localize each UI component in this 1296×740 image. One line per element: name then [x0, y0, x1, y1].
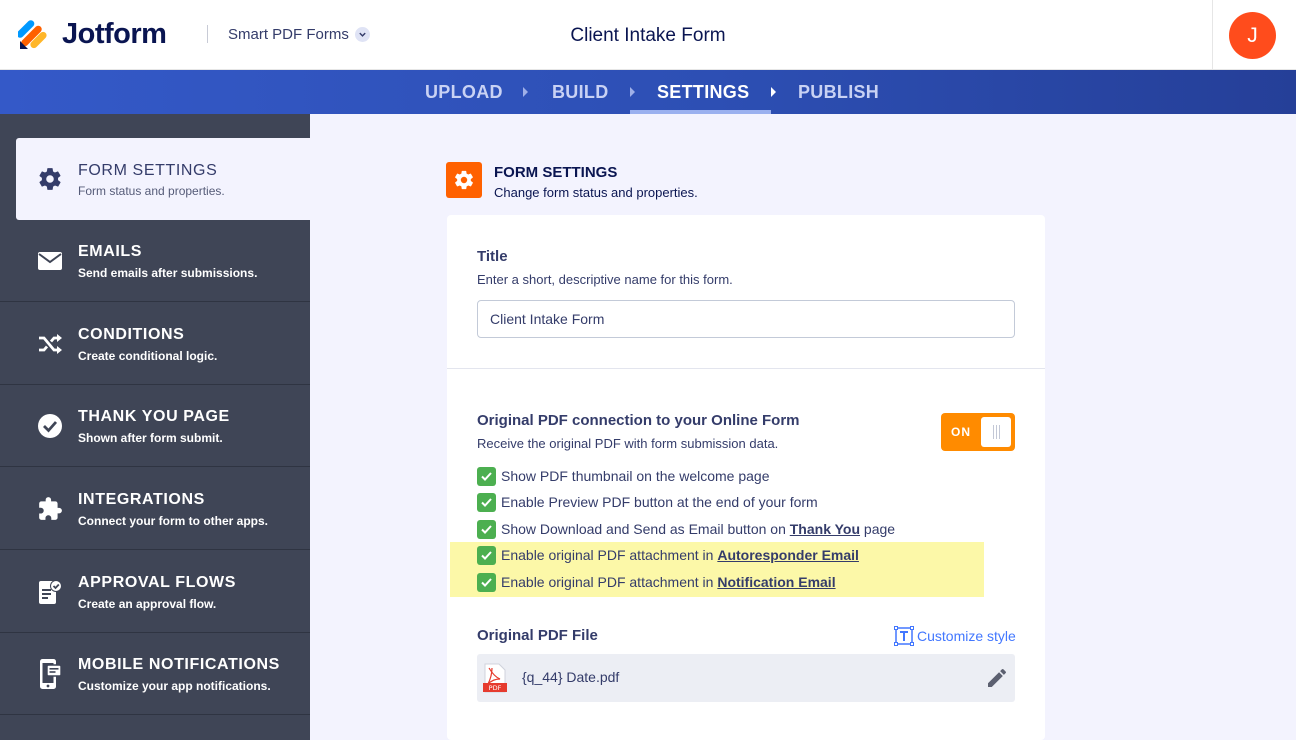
title-label: Title [477, 248, 508, 265]
customize-style-label: Customize style [917, 628, 1016, 644]
sidebar-item-subtitle: Create an approval flow. [78, 597, 217, 611]
sidebar-item-mobile-notifications[interactable]: MOBILE NOTIFICATIONS Customize your app … [0, 633, 310, 715]
sidebar-item-title: FORM SETTINGS [78, 162, 218, 179]
sidebar-item-subtitle: Connect your form to other apps. [78, 514, 269, 528]
chevron-down-icon [354, 27, 370, 42]
checkbox-label: Show Download and Send as Email button o… [501, 521, 896, 537]
title-input[interactable] [477, 300, 1015, 338]
sidebar-item-subtitle: Shown after form submit. [78, 431, 223, 445]
form-title: Client Intake Form [570, 25, 726, 46]
checkbox-notification-attachment[interactable]: Enable original PDF attachment in Notifi… [477, 572, 836, 592]
checkbox-download-send-button[interactable]: Show Download and Send as Email button o… [477, 519, 895, 539]
checkmark-icon [477, 519, 496, 539]
toggle-label: ON [951, 425, 971, 439]
toggle-knob [981, 417, 1011, 447]
active-tab-indicator [630, 110, 771, 114]
checkbox-label: Show PDF thumbnail on the welcome page [501, 468, 770, 484]
gear-icon [446, 162, 482, 198]
pdf-file-name: {q_44} Date.pdf [522, 669, 620, 685]
sidebar-item-subtitle: Create conditional logic. [78, 349, 218, 363]
sidebar-item-title: APPROVAL FLOWS [78, 574, 237, 591]
sidebar-item-conditions[interactable]: CONDITIONS Create conditional logic. [0, 303, 310, 385]
pdf-file-row: PDF {q_44} Date.pdf [477, 654, 1015, 702]
divider [447, 368, 1045, 369]
sidebar-item-subtitle: Send emails after submissions. [78, 266, 258, 280]
envelope-icon [36, 247, 64, 275]
tab-publish[interactable]: PUBLISH [798, 70, 879, 114]
title-description: Enter a short, descriptive name for this… [477, 272, 733, 287]
chevron-right-icon [771, 87, 776, 97]
pdf-connection-label: Original PDF connection to your Online F… [477, 412, 800, 429]
product-switcher[interactable]: Smart PDF Forms [228, 26, 370, 43]
pdf-connection-toggle[interactable]: ON [941, 413, 1015, 451]
gear-icon [36, 165, 64, 193]
checkbox-preview-button[interactable]: Enable Preview PDF button at the end of … [477, 492, 818, 512]
checkmark-icon [477, 466, 496, 486]
checkbox-label: Enable original PDF attachment in Autore… [501, 547, 859, 563]
autoresponder-email-link[interactable]: Autoresponder Email [717, 547, 859, 563]
jotform-logo-icon [18, 19, 47, 49]
sidebar-item-approval-flows[interactable]: APPROVAL FLOWS Create an approval flow. [0, 551, 310, 633]
settings-card: Title Enter a short, descriptive name fo… [447, 215, 1045, 740]
sidebar-item-title: INTEGRATIONS [78, 491, 205, 508]
tab-build[interactable]: BUILD [552, 70, 609, 114]
sidebar-item-title: CONDITIONS [78, 326, 185, 343]
sidebar-item-subtitle: Form status and properties. [78, 184, 225, 198]
chevron-right-icon [630, 87, 635, 97]
product-label: Smart PDF Forms [228, 26, 349, 43]
tab-settings[interactable]: SETTINGS [657, 70, 749, 114]
chevron-right-icon [523, 87, 528, 97]
sidebar-item-title: MOBILE NOTIFICATIONS [78, 656, 280, 673]
settings-sidebar: FORM SETTINGS Form status and properties… [0, 114, 310, 740]
sidebar-item-emails[interactable]: EMAILS Send emails after submissions. [0, 220, 310, 302]
approval-doc-icon [36, 578, 64, 606]
text-style-icon [894, 626, 914, 646]
builder-nav: UPLOAD BUILD SETTINGS PUBLISH [0, 70, 1296, 114]
sidebar-item-thank-you-page[interactable]: THANK YOU PAGE Shown after form submit. [0, 385, 310, 467]
checkbox-label: Enable Preview PDF button at the end of … [501, 494, 818, 510]
svg-text:PDF: PDF [489, 684, 502, 692]
section-subtitle: Change form status and properties. [494, 185, 698, 200]
puzzle-icon [36, 495, 64, 523]
pdf-connection-description: Receive the original PDF with form submi… [477, 436, 779, 451]
shuffle-icon [36, 330, 64, 358]
notification-email-link[interactable]: Notification Email [717, 574, 835, 590]
checkmark-icon [477, 572, 496, 592]
checkbox-show-thumbnail[interactable]: Show PDF thumbnail on the welcome page [477, 466, 769, 486]
checkbox-autoresponder-attachment[interactable]: Enable original PDF attachment in Autore… [477, 545, 859, 565]
jotform-logo[interactable]: Jotform [18, 18, 167, 51]
check-circle-icon [36, 412, 64, 440]
checkmark-icon [477, 545, 496, 565]
header-divider [207, 25, 208, 43]
section-title: FORM SETTINGS [494, 164, 618, 181]
sidebar-item-subtitle: Customize your app notifications. [78, 679, 271, 693]
pdf-file-label: Original PDF File [477, 627, 598, 644]
sidebar-item-title: EMAILS [78, 243, 143, 260]
sidebar-item-form-settings[interactable]: FORM SETTINGS Form status and properties… [16, 138, 310, 220]
checkbox-label: Enable original PDF attachment in Notifi… [501, 574, 836, 590]
customize-style-button[interactable]: Customize style [894, 626, 1016, 646]
pdf-file-icon: PDF [483, 663, 507, 693]
account-area: J [1212, 0, 1296, 70]
sidebar-item-title: THANK YOU PAGE [78, 408, 230, 425]
top-header: Jotform Smart PDF Forms Client Intake Fo… [0, 0, 1296, 70]
thank-you-link[interactable]: Thank You [790, 521, 860, 537]
logo-text: Jotform [62, 18, 167, 50]
pencil-icon[interactable] [985, 666, 1009, 690]
avatar[interactable]: J [1229, 12, 1276, 59]
tab-upload[interactable]: UPLOAD [425, 70, 503, 114]
mobile-icon [36, 659, 64, 689]
sidebar-item-integrations[interactable]: INTEGRATIONS Connect your form to other … [0, 468, 310, 550]
checkmark-icon [477, 492, 496, 512]
